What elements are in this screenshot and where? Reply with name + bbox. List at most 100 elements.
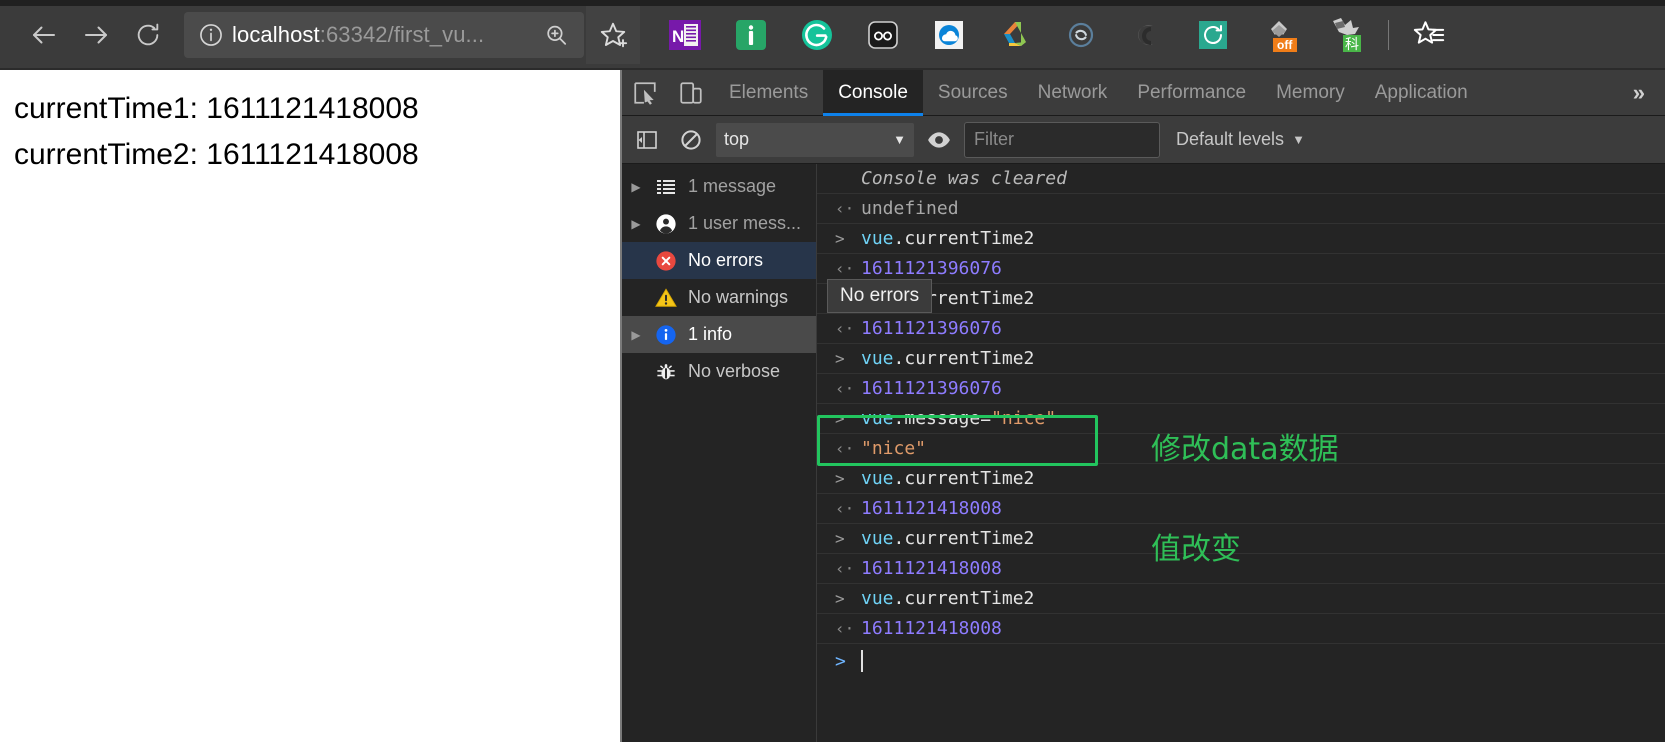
- console-output-row: ‹·1611121396076: [817, 254, 1665, 284]
- chevron-right-icon[interactable]: ▶: [628, 217, 644, 231]
- token-obj: vue: [861, 228, 894, 249]
- console-row-text: 1611121418008: [861, 558, 1002, 579]
- toggle-device-toolbar-button[interactable]: [668, 70, 714, 115]
- output-arrow-icon: ‹·: [835, 559, 861, 578]
- back-arrow-icon: [29, 20, 59, 50]
- token-num: 1611121396076: [861, 258, 1002, 279]
- reload-button[interactable]: [122, 9, 174, 61]
- reload-icon: [134, 21, 162, 49]
- execution-context-select[interactable]: top ▼: [716, 123, 914, 157]
- console-prompt[interactable]: >: [817, 644, 1665, 678]
- tab-label: Memory: [1276, 82, 1345, 104]
- tab-application[interactable]: Application: [1360, 70, 1483, 115]
- collections-button[interactable]: [1399, 7, 1459, 63]
- tab-label: Console: [838, 82, 908, 104]
- favorites-overflow-button[interactable]: [1459, 7, 1483, 63]
- clear-console-button[interactable]: [672, 121, 710, 159]
- filter-placeholder: Filter: [974, 129, 1014, 150]
- console-sidebar: ▶ 1 message ▶ 1 user mess... ▶: [622, 164, 817, 742]
- console-input-row: >vue.currentTime2: [817, 524, 1665, 554]
- onedrive-icon[interactable]: [916, 5, 982, 65]
- token-num: 1611121418008: [861, 498, 1002, 519]
- log-levels-select[interactable]: Default levels ▼: [1166, 129, 1305, 150]
- bug-icon: [652, 361, 680, 383]
- toolbar-divider: [1388, 20, 1389, 50]
- url-path: :63342/first_vu...: [320, 22, 484, 47]
- onenote-icon[interactable]: N: [652, 5, 718, 65]
- devtools-panel: Elements Console Sources Network Perform…: [622, 70, 1665, 742]
- console-message-list: ‹·undefined>vue.currentTime2‹·1611121396…: [817, 194, 1665, 644]
- console-input-row: >vue.currentTime2: [817, 464, 1665, 494]
- log-levels-label: Default levels: [1176, 129, 1284, 150]
- address-bar[interactable]: localhost:63342/first_vu...: [184, 12, 584, 58]
- inspect-element-button[interactable]: [622, 70, 668, 115]
- eye-icon: [926, 127, 952, 153]
- address-bar-text[interactable]: localhost:63342/first_vu...: [228, 22, 538, 48]
- token-undef: undefined: [861, 198, 959, 219]
- tooltip-no-errors: No errors: [827, 279, 932, 313]
- console-filter-input[interactable]: Filter: [964, 122, 1160, 158]
- kexue-icon[interactable]: 科: [1312, 5, 1378, 65]
- evernote-icon[interactable]: [718, 5, 784, 65]
- console-row-text: vue.currentTime2: [861, 348, 1034, 369]
- warning-icon: [652, 287, 680, 309]
- console-output-row: ‹·1611121418008: [817, 614, 1665, 644]
- console-sidebar-toggle-button[interactable]: [628, 121, 666, 159]
- input-chevron-icon: >: [835, 229, 861, 248]
- svg-text:N: N: [672, 27, 684, 46]
- console-body: ▶ 1 message ▶ 1 user mess... ▶: [622, 164, 1665, 742]
- tab-performance[interactable]: Performance: [1122, 70, 1261, 115]
- tab-console[interactable]: Console: [823, 70, 923, 115]
- console-row-text: vue.currentTime2: [861, 528, 1034, 549]
- token-num: 1611121418008: [861, 558, 1002, 579]
- tab-network[interactable]: Network: [1023, 70, 1123, 115]
- page-viewport: currentTime1: 1611121418008 currentTime2…: [0, 70, 620, 742]
- live-expression-button[interactable]: [920, 121, 958, 159]
- forward-button[interactable]: [70, 9, 122, 61]
- chevron-down-icon: ▼: [893, 132, 906, 147]
- sidebar-item-user-messages[interactable]: ▶ 1 user mess...: [622, 205, 816, 242]
- search-icon[interactable]: [538, 17, 574, 53]
- sidebar-item-messages[interactable]: ▶ 1 message: [622, 168, 816, 205]
- inspect-icon: [632, 80, 658, 106]
- svg-text:off: off: [1277, 38, 1293, 52]
- console-output-row: ‹·1611121396076: [817, 314, 1665, 344]
- site-info-icon[interactable]: [194, 18, 228, 52]
- sidebar-item-verbose[interactable]: ▶ No verbose: [622, 353, 816, 390]
- chevron-down-icon: ▼: [1292, 132, 1305, 147]
- console-output-row: ‹·1611121418008: [817, 494, 1665, 524]
- adblock-off-icon[interactable]: off: [1246, 5, 1312, 65]
- token-obj: vue: [861, 528, 894, 549]
- console-row-text: vue.currentTime2: [861, 228, 1034, 249]
- sidebar-item-warnings[interactable]: ▶ No warnings: [622, 279, 816, 316]
- output-arrow-icon: ‹·: [835, 499, 861, 518]
- echo-icon[interactable]: [1114, 5, 1180, 65]
- more-tabs-button[interactable]: »: [1613, 70, 1665, 115]
- grammarly-icon[interactable]: [784, 5, 850, 65]
- sidebar-item-errors[interactable]: ▶ No errors: [622, 242, 816, 279]
- tab-sources[interactable]: Sources: [923, 70, 1023, 115]
- console-row-text: vue.message="nice": [861, 408, 1056, 429]
- tab-memory[interactable]: Memory: [1261, 70, 1360, 115]
- sync-circle-icon[interactable]: [1048, 5, 1114, 65]
- google-drive-icon[interactable]: [982, 5, 1048, 65]
- extension-toolbar: N: [652, 5, 1483, 65]
- sidebar-panel-icon: [635, 128, 659, 152]
- collections-icon: [1412, 18, 1446, 52]
- lastpass-icon[interactable]: [850, 5, 916, 65]
- sidebar-item-info[interactable]: ▶ 1 info: [622, 316, 816, 353]
- chevron-right-icon[interactable]: ▶: [628, 328, 644, 342]
- back-button[interactable]: [18, 9, 70, 61]
- console-input-row: >vue.currentTime2: [817, 584, 1665, 614]
- chevron-right-icon[interactable]: ▶: [628, 180, 644, 194]
- token-obj: vue: [861, 348, 894, 369]
- info-icon: [652, 324, 680, 346]
- tab-elements[interactable]: Elements: [714, 70, 823, 115]
- refresh-green-icon[interactable]: [1180, 5, 1246, 65]
- add-favorite-button[interactable]: [586, 6, 640, 64]
- token-plain: .currentTime2: [894, 468, 1035, 489]
- input-chevron-icon: >: [835, 469, 861, 488]
- console-row-text: vue.currentTime2: [861, 468, 1034, 489]
- annotation-text: 修改data数据: [1151, 424, 1339, 468]
- console-row-text: 1611121418008: [861, 498, 1002, 519]
